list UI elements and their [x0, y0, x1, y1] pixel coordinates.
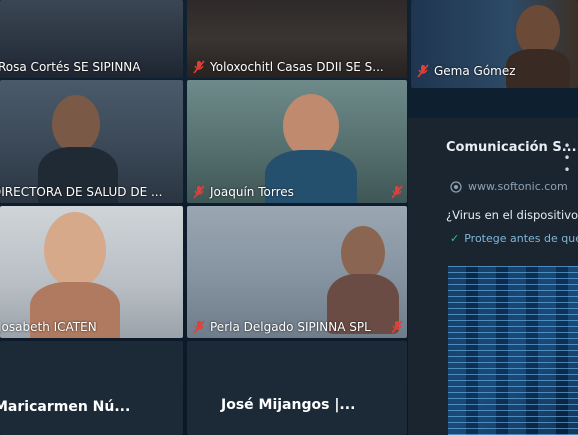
- participant-name-bar: Yoloxochitl Casas DDII SE S...: [187, 56, 407, 78]
- browser-globe-icon: [450, 180, 462, 193]
- participant-name-bar: Josabeth ICATEN: [0, 316, 183, 338]
- mic-muted-icon: [391, 320, 403, 334]
- meeting-screen: Rosa Cortés SE SIPINNA Yoloxochitl Casas…: [0, 0, 578, 435]
- participant-name-bar: Rosa Cortés SE SIPINNA: [0, 56, 183, 78]
- participant-name: Rosa Cortés SE SIPINNA: [0, 60, 141, 74]
- participant-name: Perla Delgado SIPINNA SPL: [210, 320, 371, 334]
- more-options-icon[interactable]: • • •: [562, 140, 572, 176]
- ad-protect-row[interactable]: ✓ Protege antes de que...: [450, 232, 578, 245]
- mic-muted-icon: [417, 64, 429, 78]
- sponsored-ad-panel[interactable]: Comunicación S... • • • www.softonic.com ¿…: [408, 118, 578, 435]
- participant-tile-josabeth[interactable]: Josabeth ICATEN: [0, 206, 183, 338]
- ad-title: Comunicación S...: [446, 140, 577, 155]
- participant-name-bar: DIRECTORA DE SALUD DE ...: [0, 181, 183, 203]
- participant-name-bar: Gema Gómez: [411, 60, 578, 82]
- participant-tile-audio-maricarmen[interactable]: Maricarmen Nú...: [0, 341, 183, 435]
- participant-name-bar: Joaquín Torres: [187, 181, 407, 203]
- participant-name: Joaquín Torres: [210, 185, 294, 199]
- checkmark-icon: ✓: [450, 232, 460, 245]
- participant-tile-gema[interactable]: Gema Gómez: [411, 0, 578, 88]
- participant-tile-joaquin[interactable]: Joaquín Torres: [187, 80, 407, 203]
- participant-tile-yoloxochitl[interactable]: Yoloxochitl Casas DDII SE S...: [187, 0, 407, 78]
- participant-tile-directora[interactable]: DIRECTORA DE SALUD DE ...: [0, 80, 183, 203]
- mic-muted-icon: [391, 185, 403, 199]
- ad-image[interactable]: [448, 266, 578, 435]
- participant-name: José Mijangos |...: [221, 397, 356, 413]
- participant-name: Gema Gómez: [434, 64, 516, 78]
- ad-domain: www.softonic.com: [468, 180, 568, 193]
- participant-name: DIRECTORA DE SALUD DE ...: [0, 185, 163, 199]
- ad-protect-text: Protege antes de que...: [464, 232, 578, 245]
- mic-muted-icon: [193, 185, 205, 199]
- participant-name-bar: Perla Delgado SIPINNA SPL: [187, 316, 407, 338]
- participant-name: Maricarmen Nú...: [0, 399, 131, 415]
- participant-name: Yoloxochitl Casas DDII SE S...: [210, 60, 384, 74]
- participant-name: Josabeth ICATEN: [0, 320, 97, 334]
- mic-muted-icon: [193, 60, 205, 74]
- ad-domain-row[interactable]: www.softonic.com: [450, 180, 568, 193]
- participant-tile-audio-jose[interactable]: José Mijangos |...: [187, 341, 407, 435]
- mic-muted-icon: [193, 320, 205, 334]
- participant-tile-perla[interactable]: Perla Delgado SIPINNA SPL: [187, 206, 407, 338]
- ad-headline[interactable]: ¿Virus en el dispositivo...: [446, 208, 578, 222]
- participant-tile-rosa[interactable]: Rosa Cortés SE SIPINNA: [0, 0, 183, 78]
